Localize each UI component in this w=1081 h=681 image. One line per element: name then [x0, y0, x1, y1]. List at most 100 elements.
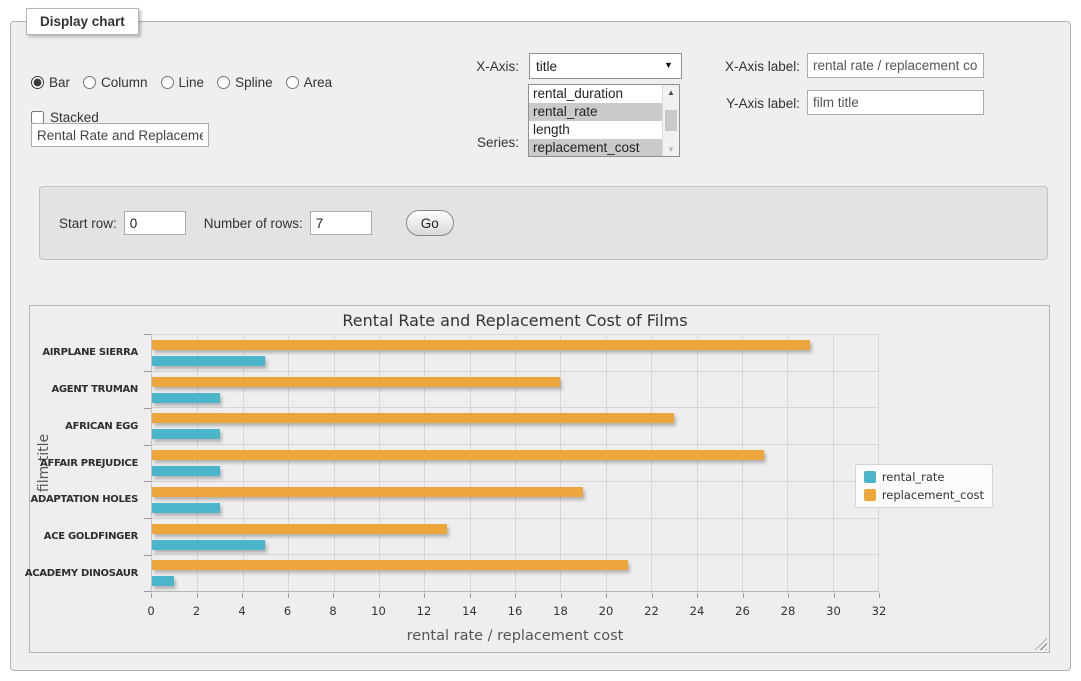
chart-type-spline-label: Spline [235, 75, 273, 90]
chart-type-area[interactable]: Area [286, 75, 333, 90]
category-band [152, 408, 878, 445]
start-row-input[interactable] [124, 211, 186, 235]
chart-type-bar[interactable]: Bar [31, 75, 70, 90]
x-axis-ticklabel: 0 [147, 604, 154, 618]
y-axis-tick [144, 334, 151, 335]
series-options: rental_durationrental_ratelengthreplacem… [529, 85, 662, 156]
category-band [152, 555, 878, 591]
chart-type-column[interactable]: Column [83, 75, 148, 90]
bar-replacement_cost-airplane-sierra[interactable] [152, 340, 810, 350]
bar-rental_rate-agent-truman[interactable] [152, 393, 220, 403]
y-axis-tick [144, 555, 151, 556]
gridline [878, 335, 879, 591]
x-axis-label-input[interactable] [807, 53, 984, 78]
x-axis-tick [197, 593, 198, 598]
legend-item-replacement_cost[interactable]: replacement_cost [864, 488, 984, 502]
legend-swatch-rental_rate [864, 471, 876, 483]
bar-rental_rate-ace-goldfinger[interactable] [152, 540, 265, 550]
legend-label: replacement_cost [882, 488, 984, 502]
x-axis-tick [242, 593, 243, 598]
category-band [152, 372, 878, 409]
y-axis-tick [144, 518, 151, 519]
x-axis-tick [288, 593, 289, 598]
x-axis-ticklabel: 22 [644, 604, 659, 618]
x-axis-ticklabel: 20 [599, 604, 614, 618]
x-axis-ticklabel: 16 [508, 604, 523, 618]
scrollbar-thumb[interactable] [665, 110, 677, 131]
plot-area [151, 334, 879, 592]
y-axis-tick [144, 481, 151, 482]
y-axis-label-input[interactable] [807, 90, 984, 115]
x-axis-ticklabel: 26 [735, 604, 750, 618]
x-axis-select[interactable]: title [529, 53, 682, 79]
x-axis-label-field-label: X-Axis label: [675, 59, 800, 75]
y-axis-category-label: ADAPTATION HOLES [48, 481, 147, 518]
y-axis-ticks [144, 334, 151, 592]
bar-rental_rate-academy-dinosaur[interactable] [152, 576, 174, 586]
series-option-rental_rate[interactable]: rental_rate [529, 103, 662, 121]
resize-handle-icon[interactable] [1035, 638, 1047, 650]
series-option-length[interactable]: length [529, 121, 662, 139]
category-band [152, 445, 878, 482]
number-of-rows-input[interactable] [310, 211, 372, 235]
bar-replacement_cost-agent-truman[interactable] [152, 377, 560, 387]
bar-rental_rate-affair-prejudice[interactable] [152, 466, 220, 476]
chart-type-area-radio[interactable] [286, 76, 299, 89]
go-button[interactable]: Go [406, 210, 454, 236]
x-axis-tick [879, 593, 880, 598]
chart-type-column-label: Column [101, 75, 148, 90]
bar-replacement_cost-academy-dinosaur[interactable] [152, 560, 628, 570]
x-axis-ticklabel: 18 [553, 604, 568, 618]
y-axis-tick [144, 371, 151, 372]
bar-rental_rate-airplane-sierra[interactable] [152, 356, 265, 366]
category-band [152, 519, 878, 556]
chart-type-column-radio[interactable] [83, 76, 96, 89]
series-option-rental_duration[interactable]: rental_duration [529, 85, 662, 103]
chart-title-input[interactable] [31, 123, 209, 147]
x-axis-tick [606, 593, 607, 598]
x-axis-tick [697, 593, 698, 598]
legend-item-rental_rate[interactable]: rental_rate [864, 470, 984, 484]
scrollbar-down-arrow-icon[interactable]: ▼ [663, 142, 680, 156]
bar-replacement_cost-african-egg[interactable] [152, 413, 674, 423]
category-band [152, 335, 878, 372]
legend-label: rental_rate [882, 470, 945, 484]
y-axis-category-label: AIRPLANE SIERRA [48, 334, 147, 371]
chart-type-spline[interactable]: Spline [217, 75, 273, 90]
chart-type-bar-label: Bar [49, 75, 70, 90]
x-axis-ticklabel: 28 [781, 604, 796, 618]
chart-type-spline-radio[interactable] [217, 76, 230, 89]
chart-type-bar-radio[interactable] [31, 76, 44, 89]
chart-type-area-label: Area [304, 75, 333, 90]
x-axis-tick [834, 593, 835, 598]
row-range-form: Start row: Number of rows: Go [39, 186, 1048, 260]
y-axis-label-field-label: Y-Axis label: [675, 96, 800, 112]
category-band [152, 482, 878, 519]
x-axis-ticklabel: 24 [690, 604, 705, 618]
x-axis-ticklabel: 8 [329, 604, 336, 618]
bar-rental_rate-african-egg[interactable] [152, 429, 220, 439]
bar-replacement_cost-adaptation-holes[interactable] [152, 487, 583, 497]
panel-legend-text: Display chart [40, 14, 125, 29]
chart-type-line[interactable]: Line [161, 75, 205, 90]
x-axis-tick [424, 593, 425, 598]
start-row-label: Start row: [59, 216, 117, 231]
series-option-replacement_cost[interactable]: replacement_cost [529, 139, 662, 156]
chart-type-line-radio[interactable] [161, 76, 174, 89]
series-select-label: Series: [419, 135, 519, 151]
y-axis-category-label: ACE GOLDFINGER [48, 518, 147, 555]
series-select[interactable]: rental_durationrental_ratelengthreplacem… [528, 84, 680, 157]
chart-title: Rental Rate and Replacement Cost of Film… [151, 311, 879, 330]
chart-type-group: Bar Column Line Spline Area [31, 75, 332, 90]
bar-replacement_cost-affair-prejudice[interactable] [152, 450, 764, 460]
chart-legend: rental_rate replacement_cost [855, 464, 993, 508]
bar-replacement_cost-ace-goldfinger[interactable] [152, 524, 447, 534]
panel-legend: Display chart [26, 8, 139, 35]
bar-rental_rate-adaptation-holes[interactable] [152, 503, 220, 513]
plot-bands [152, 335, 878, 591]
x-axis-select-label: X-Axis: [419, 59, 519, 75]
x-axis-ticks [151, 592, 879, 598]
x-axis-ticklabels: 02468101214161820222426283032 [151, 604, 879, 618]
x-axis-ticklabel: 6 [284, 604, 291, 618]
number-of-rows-label: Number of rows: [204, 216, 303, 231]
